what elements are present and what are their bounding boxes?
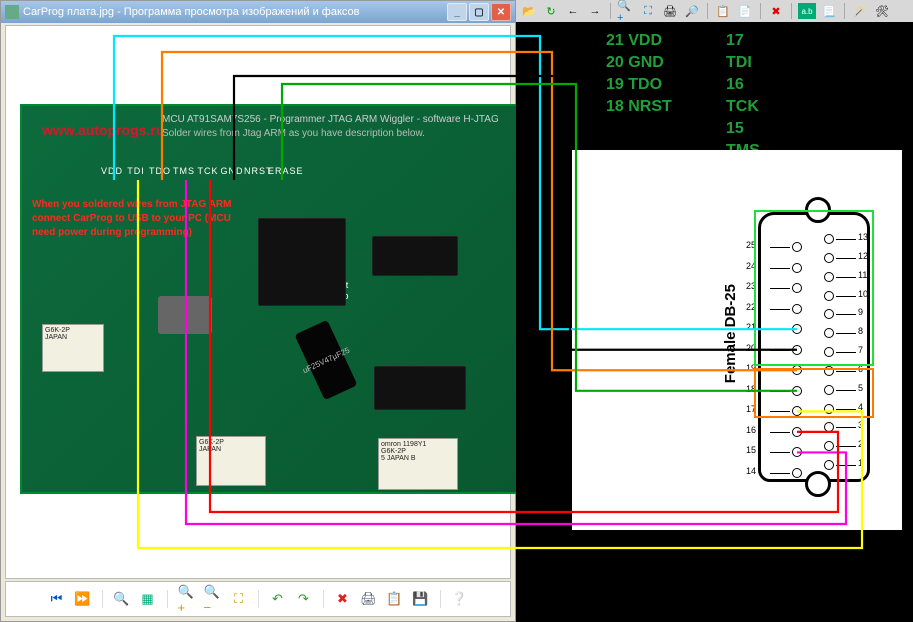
inst-top: MCU AT91SAM7S256 - Programmer JTAG ARM W… [162,114,499,125]
app-icon [5,5,19,19]
rotate-left-button[interactable]: ↶ [269,590,287,608]
wand-icon[interactable]: 🪄 [851,3,869,19]
db25-diagram: Female DB-25 131211109876543212524232221… [572,150,902,530]
rotate-right-button[interactable]: ↷ [295,590,313,608]
inst-sub: Solder wires from Jtag ARM as you have d… [162,128,425,139]
db25-label: Female DB-25 [722,284,739,383]
back-icon[interactable]: ← [564,3,582,19]
ic-2 [374,366,466,410]
save-button[interactable]: 💾 [412,590,430,608]
delete-button[interactable]: ✖ [334,590,352,608]
titlebar: CarProg плата.jpg - Программа просмотра … [1,1,515,23]
relay-2: G6K-2PJAPAN [196,436,266,486]
crystal [158,296,212,334]
slideshow-button[interactable]: ▦ [139,590,157,608]
delete-icon[interactable]: ✖ [767,3,785,19]
print-icon[interactable]: 🖨 [661,3,679,19]
zoom-in-icon[interactable]: 🔍+ [617,3,635,19]
open-icon[interactable]: 📂 [520,3,538,19]
next-button[interactable]: ⏩ [74,590,92,608]
mcu-chip [258,218,346,306]
mark-icon[interactable]: a.b [798,3,816,19]
search-icon[interactable]: 🔎 [683,3,701,19]
highlight-orange [754,368,874,418]
print-button[interactable]: 🖨 [360,590,378,608]
right-panel: 📂 ↻ ← → 🔍+ ⛶ 🖨 🔎 📋 📄 ✖ a.b 📃 🪄 🛠 21 VDD … [516,0,913,622]
copy-icon[interactable]: 📋 [714,3,732,19]
jtag-pin-labels: VDDTDITDOTMSTCKGNDNRSTERASE [100,166,292,176]
reload-icon[interactable]: ↻ [542,3,560,19]
copy-button[interactable]: 📋 [386,590,404,608]
viewer-toolbar: ⏮ ⏩ 🔍 ▦ 🔍+ 🔍− ⛶ ↶ ↷ ✖ 🖨 📋 💾 ❔ [5,581,511,617]
zoom-out-button[interactable]: 🔍− [204,590,222,608]
viewer-canvas: www.autoprogs.ru MCU AT91SAM7S256 - Prog… [5,25,511,579]
image-viewer-window: CarProg плата.jpg - Программа просмотра … [0,0,516,622]
zoom-in-button[interactable]: 🔍+ [178,590,196,608]
help-button[interactable]: ❔ [451,590,469,608]
forward-icon[interactable]: → [586,3,604,19]
fit-button[interactable]: ⛶ [230,590,248,608]
watermark-url: www.autoprogs.ru [42,122,164,138]
capacitor: uF25V47µF25 [294,320,357,400]
settings-icon[interactable]: 🛠 [873,3,891,19]
close-button[interactable]: ✕ [491,3,511,21]
maximize-button[interactable]: ▢ [469,3,489,21]
right-toolbar: 📂 ↻ ← → 🔍+ ⛶ 🖨 🔎 📋 📄 ✖ a.b 📃 🪄 🛠 [516,0,913,22]
view-button[interactable]: 🔍 [113,590,131,608]
minimize-button[interactable]: _ [447,3,467,21]
first-button[interactable]: ⏮ [48,590,66,608]
window-title: CarProg плата.jpg - Программа просмотра … [23,6,359,18]
red-warning: When you soldered wires from JTAG ARM co… [32,198,242,240]
zoom-fit-icon[interactable]: ⛶ [639,3,657,19]
relay-3: omron 1198Y1G6K-2P5 JAPAN B [378,438,458,490]
text-icon[interactable]: 📃 [820,3,838,19]
ic-1 [372,236,458,276]
relay-1: G6K-2PJAPAN [42,324,104,372]
pcb-photo: www.autoprogs.ru MCU AT91SAM7S256 - Prog… [20,104,520,494]
paste-icon[interactable]: 📄 [736,3,754,19]
highlight-green [754,210,874,366]
pin-legend: 21 VDD 20 GND 19 TDO 18 NRST 17 TDI 16 T… [606,30,672,118]
